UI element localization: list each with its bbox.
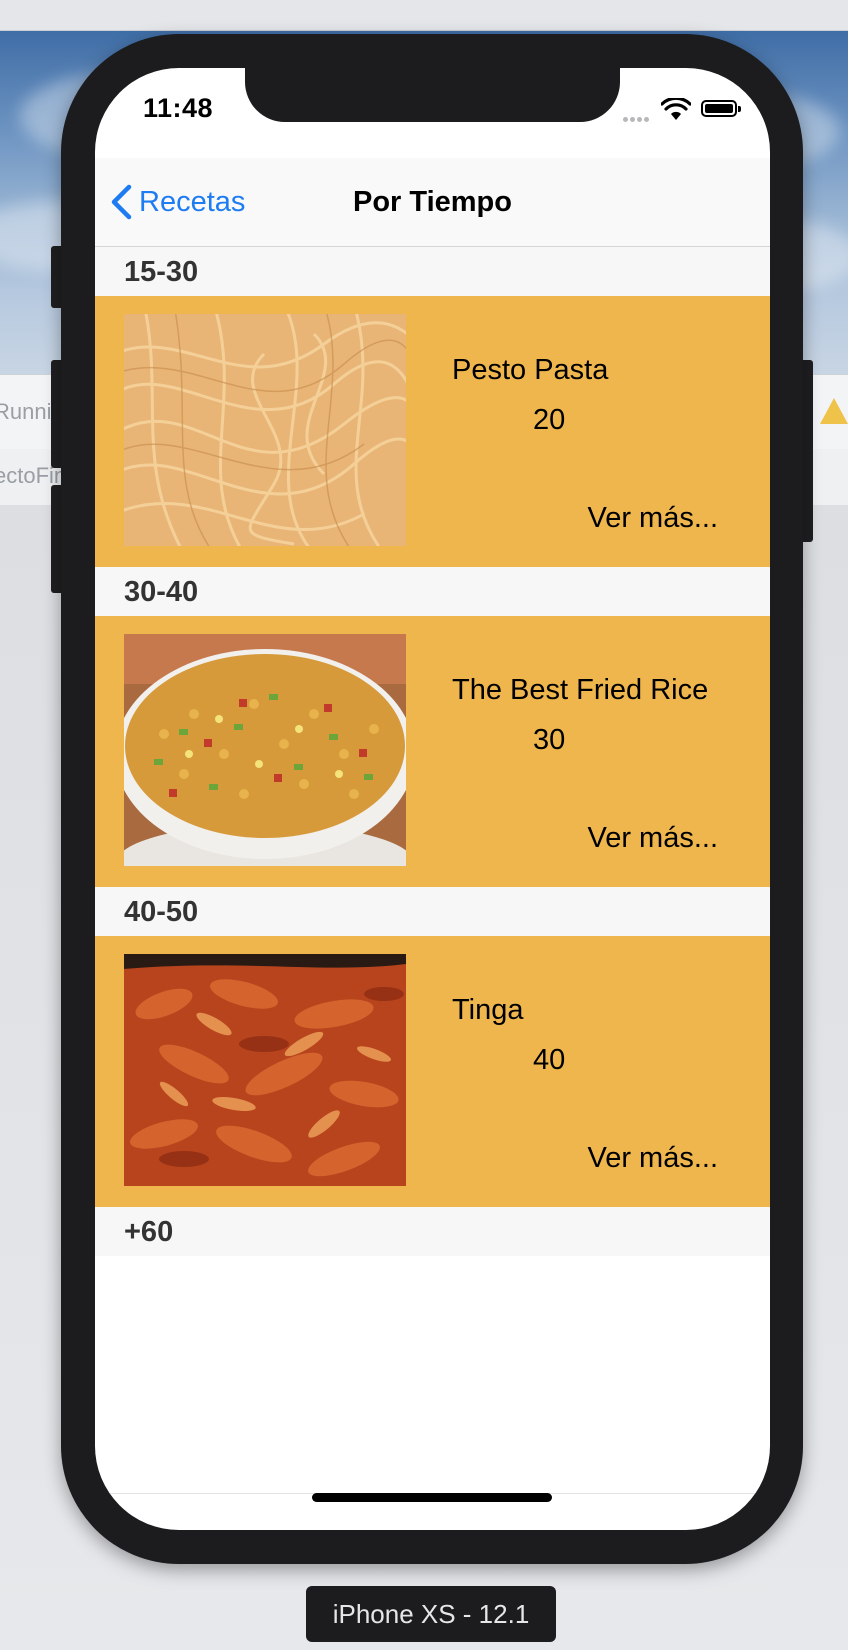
warning-icon[interactable] xyxy=(820,398,848,424)
recipe-name: Tinga xyxy=(452,994,524,1026)
home-indicator[interactable] xyxy=(312,1493,552,1502)
section-header: 40-50 xyxy=(95,887,770,936)
recipe-image xyxy=(124,314,406,546)
recipe-time: 40 xyxy=(533,1044,566,1076)
recipe-name: The Best Fried Rice xyxy=(452,674,709,706)
recipe-time: 20 xyxy=(533,404,566,436)
recipe-table[interactable]: 15-30 Pesto Pasta 20 Ver más... 30-40 Th… xyxy=(95,247,770,1256)
section-header: +60 xyxy=(95,1207,770,1256)
battery-icon xyxy=(701,100,741,117)
recipe-time: 30 xyxy=(533,724,566,756)
section-header: 15-30 xyxy=(95,247,770,296)
see-more-button[interactable]: Ver más... xyxy=(587,822,718,855)
simulator-device-label: iPhone XS - 12.1 xyxy=(306,1586,556,1642)
cellular-signal-icon xyxy=(623,109,657,122)
status-time: 11:48 xyxy=(143,93,214,123)
recipe-cell[interactable]: Pesto Pasta 20 Ver más... xyxy=(95,296,770,567)
recipe-cell[interactable]: Tinga 40 Ver más... xyxy=(95,936,770,1207)
recipe-name: Pesto Pasta xyxy=(452,354,609,386)
recipe-image xyxy=(124,634,406,866)
recipe-image xyxy=(124,954,406,1186)
wifi-icon xyxy=(661,98,691,120)
notch xyxy=(245,68,620,122)
section-header: 30-40 xyxy=(95,567,770,616)
see-more-button[interactable]: Ver más... xyxy=(587,502,718,535)
page-title: Por Tiempo xyxy=(353,186,512,218)
see-more-button[interactable]: Ver más... xyxy=(587,1142,718,1175)
recipe-cell[interactable]: The Best Fried Rice 30 Ver más... xyxy=(95,616,770,887)
iphone-screen: 11:48 Recetas Por Tiempo 15-30 Pesto Pas… xyxy=(95,68,770,1530)
navigation-bar: Recetas Por Tiempo xyxy=(95,158,770,247)
host-toolbar xyxy=(0,0,848,31)
